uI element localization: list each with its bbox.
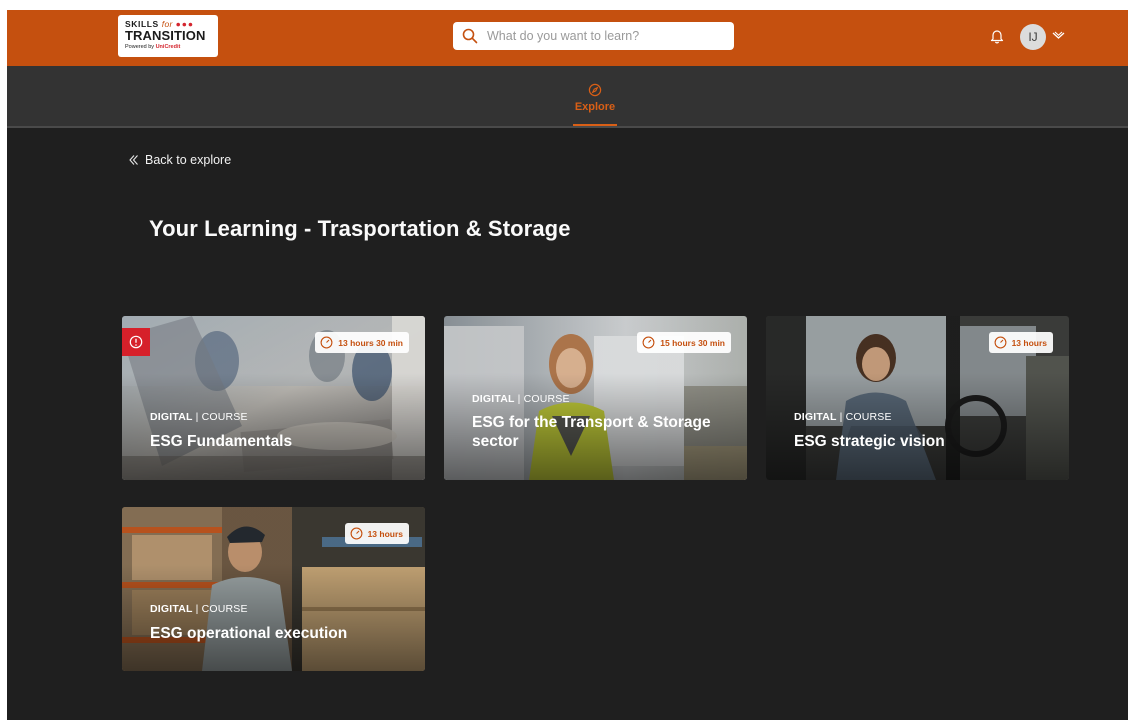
clock-icon [642,336,655,349]
tab-explore-label: Explore [574,101,616,113]
search-input[interactable] [487,29,717,43]
app-frame: SKILLS for ●●● TRANSITION Powered by Uni… [7,10,1128,720]
alert-icon [129,335,143,349]
course-card[interactable]: 13 hours DIGITAL | COURSE ESG operational … [122,507,425,671]
double-chevron-left-icon [129,155,138,165]
course-title: ESG for the Transport & Storage sector [472,414,711,450]
course-card[interactable]: 15 hours 30 min DIGITAL | COURSE ESG for t… [444,316,747,480]
avatar[interactable]: IJ [1020,24,1046,50]
back-link-label: Back to explore [145,153,232,167]
search-icon [462,28,478,44]
page-title: Your Learning - Trasportation & Storage [149,216,571,241]
skills-for-transition-logo[interactable]: SKILLS for ●●● TRANSITION Powered by Uni… [118,15,218,57]
bell-icon[interactable] [990,28,1004,44]
course-card[interactable]: 13 hours 30 min DIGITAL | COURSE ESG Funda… [122,316,425,480]
course-meta: DIGITAL | COURSE [150,603,248,615]
duration-badge: 13 hours [988,332,1053,353]
compass-icon [588,83,602,97]
top-bar: SKILLS for ●●● TRANSITION Powered by Uni… [7,10,1128,66]
sub-navigation: Explore [7,66,1128,128]
alert-badge[interactable] [122,328,150,356]
duration-badge: 13 hours [344,523,409,544]
clock-icon [350,527,363,540]
chevron-down-icon[interactable] [1052,30,1065,43]
clock-icon [994,336,1007,349]
course-meta: DIGITAL | COURSE [150,411,248,423]
active-tab-indicator [573,124,617,126]
back-to-explore-link[interactable]: Back to explore [128,153,231,167]
duration-badge: 15 hours 30 min [637,332,731,353]
course-title: ESG Fundamentals [150,433,293,450]
course-card[interactable]: 13 hours DIGITAL | COURSE ESG strategic vi… [766,316,1069,480]
duration-badge: 13 hours 30 min [315,332,409,353]
course-title: ESG strategic vision [794,433,945,450]
clock-icon [320,336,333,349]
course-meta: DIGITAL | COURSE [472,393,570,405]
tab-explore[interactable]: Explore [567,75,623,128]
course-meta: DIGITAL | COURSE [794,411,892,423]
course-title: ESG operational execution [150,625,348,642]
search-box[interactable] [453,22,734,50]
